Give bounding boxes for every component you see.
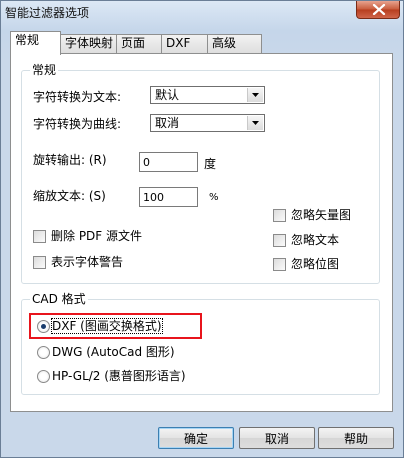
rotate-unit: 度 — [204, 157, 217, 171]
scale-text-label: 缩放文本: (S) — [33, 189, 106, 203]
ignore-bitmap-checkbox[interactable] — [273, 258, 286, 271]
ok-button[interactable]: 确定 — [158, 427, 234, 449]
tab-label: DXF — [166, 36, 191, 50]
curve-conversion-select[interactable]: 取消 — [150, 114, 265, 132]
tab-label: 字体映射 — [65, 36, 114, 50]
tab-font-mapping[interactable]: 字体映射 — [60, 34, 117, 53]
help-button[interactable]: 帮助 — [318, 427, 394, 449]
delete-pdf-checkbox[interactable] — [33, 230, 46, 243]
tab-page[interactable]: 页面 — [116, 34, 162, 53]
text-conversion-select[interactable]: 默认 — [150, 86, 265, 104]
text-conversion-label: 字符转换为文本: — [33, 90, 122, 104]
general-group-title: 常规 — [30, 63, 59, 77]
ignore-vector-label: 忽略矢量图 — [291, 208, 352, 222]
ignore-text-checkbox[interactable] — [273, 234, 286, 247]
title-bar[interactable]: 智能过滤器选项 — [1, 1, 403, 25]
dropdown-arrow[interactable] — [247, 88, 263, 102]
hpgl-radio[interactable] — [37, 370, 50, 383]
dwg-label: DWG (AutoCad 图形) — [52, 345, 175, 359]
tab-label: 常规 — [15, 33, 40, 47]
chevron-down-icon — [252, 121, 259, 125]
text-conversion-value: 默认 — [155, 88, 180, 102]
close-button[interactable] — [356, 1, 400, 19]
delete-pdf-label: 删除 PDF 源文件 — [51, 229, 143, 243]
rotate-output-label: 旋转输出: (R) — [33, 153, 107, 167]
tab-label: 高级 — [212, 36, 237, 50]
scale-unit: % — [209, 192, 219, 203]
tab-dxf[interactable]: DXF — [161, 34, 208, 53]
curve-conversion-value: 取消 — [155, 116, 180, 130]
close-icon — [372, 4, 386, 15]
dropdown-arrow[interactable] — [247, 116, 263, 130]
tab-general[interactable]: 常规 — [10, 31, 61, 55]
tab-advanced[interactable]: 高级 — [207, 34, 262, 53]
font-warning-label: 表示字体警告 — [51, 255, 124, 269]
ignore-vector-checkbox[interactable] — [273, 209, 286, 222]
highlight-box — [29, 313, 202, 339]
ignore-bitmap-label: 忽略位图 — [291, 257, 340, 271]
cancel-button[interactable]: 取消 — [239, 427, 315, 449]
cad-group-title: CAD 格式 — [30, 292, 88, 306]
tab-label: 页面 — [121, 36, 146, 50]
hpgl-label: HP-GL/2 (惠普图形语言) — [52, 369, 186, 383]
rotate-output-input[interactable] — [139, 152, 198, 172]
chevron-down-icon — [252, 93, 259, 97]
scale-text-input[interactable] — [139, 187, 198, 207]
dwg-radio[interactable] — [37, 346, 50, 359]
curve-conversion-label: 字符转换为曲线: — [33, 117, 122, 131]
font-warning-checkbox[interactable] — [33, 256, 46, 269]
window-title: 智能过滤器选项 — [5, 6, 90, 20]
ignore-text-label: 忽略文本 — [291, 233, 340, 247]
